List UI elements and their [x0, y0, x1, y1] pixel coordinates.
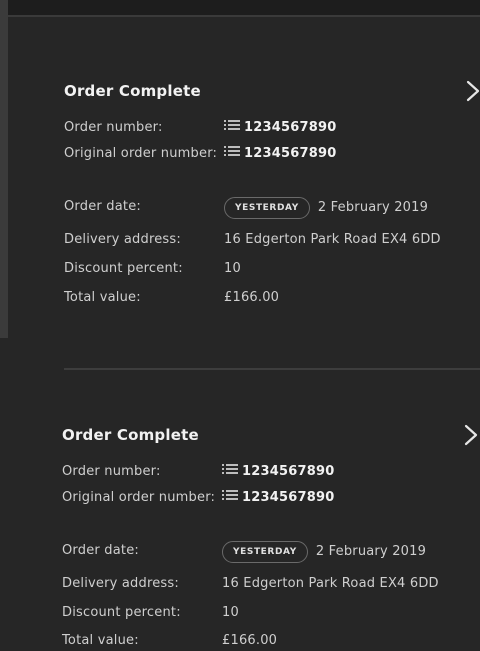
order-number-label: Order number:: [62, 464, 161, 479]
scrollbar[interactable]: [0, 0, 8, 338]
discount-percent-row: Discount percent: 10: [62, 603, 480, 623]
total-value-row: Total value: £166.00: [64, 288, 480, 308]
divider: [64, 368, 480, 370]
delivery-address-value: 16 Edgerton Park Road EX4 6DD: [222, 576, 439, 591]
delivery-address-label: Delivery address:: [62, 576, 179, 591]
order-status-title: Order Complete: [64, 82, 201, 100]
list-icon: [224, 117, 240, 137]
delivery-address-row: Delivery address: 16 Edgerton Park Road …: [64, 230, 480, 250]
order-number-value: 1234567890: [242, 464, 335, 479]
order-card-header[interactable]: Order Complete: [64, 76, 480, 106]
order-number-row: Order number: 1234567890: [64, 118, 480, 138]
discount-percent-row: Discount percent: 10: [64, 259, 480, 279]
original-order-number-label: Original order number:: [64, 146, 218, 161]
order-number-label: Order number:: [64, 120, 163, 135]
list-icon: [222, 461, 238, 481]
original-order-number-label: Original order number:: [62, 490, 216, 505]
yesterday-badge: YESTERDAY: [224, 197, 310, 219]
discount-percent-label: Discount percent:: [64, 261, 183, 276]
chevron-right-icon[interactable]: [460, 420, 480, 450]
original-order-number-row: Original order number: 1234567890: [64, 144, 480, 164]
chevron-right-icon[interactable]: [462, 76, 480, 106]
order-date-value: 2 February 2019: [315, 544, 427, 559]
total-value-row: Total value: £166.00: [62, 631, 480, 651]
total-value-label: Total value:: [64, 290, 141, 305]
top-bar: [0, 0, 480, 17]
order-card[interactable]: Order Complete Order number: 1234567890 …: [62, 420, 480, 648]
list-icon: [224, 143, 240, 163]
delivery-address-value: 16 Edgerton Park Road EX4 6DD: [224, 232, 441, 247]
delivery-address-row: Delivery address: 16 Edgerton Park Road …: [62, 574, 480, 594]
order-date-row: Order date: YESTERDAY 2 February 2019: [64, 197, 480, 219]
order-card-header[interactable]: Order Complete: [62, 420, 480, 450]
total-value-value: £166.00: [222, 633, 278, 648]
yesterday-badge: YESTERDAY: [222, 541, 308, 563]
original-order-number-value: 1234567890: [244, 146, 337, 161]
total-value-label: Total value:: [62, 633, 139, 648]
discount-percent-value: 10: [222, 605, 239, 620]
original-order-number-row: Original order number: 1234567890: [62, 488, 480, 508]
delivery-address-label: Delivery address:: [64, 232, 181, 247]
order-card[interactable]: Order Complete Order number: 1234567890 …: [64, 76, 480, 316]
order-number-value: 1234567890: [244, 120, 337, 135]
order-status-title: Order Complete: [62, 426, 199, 444]
order-date-row: Order date: YESTERDAY 2 February 2019: [62, 541, 480, 563]
order-number-row: Order number: 1234567890: [62, 462, 480, 482]
discount-percent-label: Discount percent:: [62, 605, 181, 620]
order-date-label: Order date:: [62, 543, 139, 558]
order-date-label: Order date:: [64, 199, 141, 214]
original-order-number-value: 1234567890: [242, 490, 335, 505]
discount-percent-value: 10: [224, 261, 241, 276]
list-icon: [222, 487, 238, 507]
total-value-value: £166.00: [224, 290, 280, 305]
order-date-value: 2 February 2019: [317, 200, 429, 215]
